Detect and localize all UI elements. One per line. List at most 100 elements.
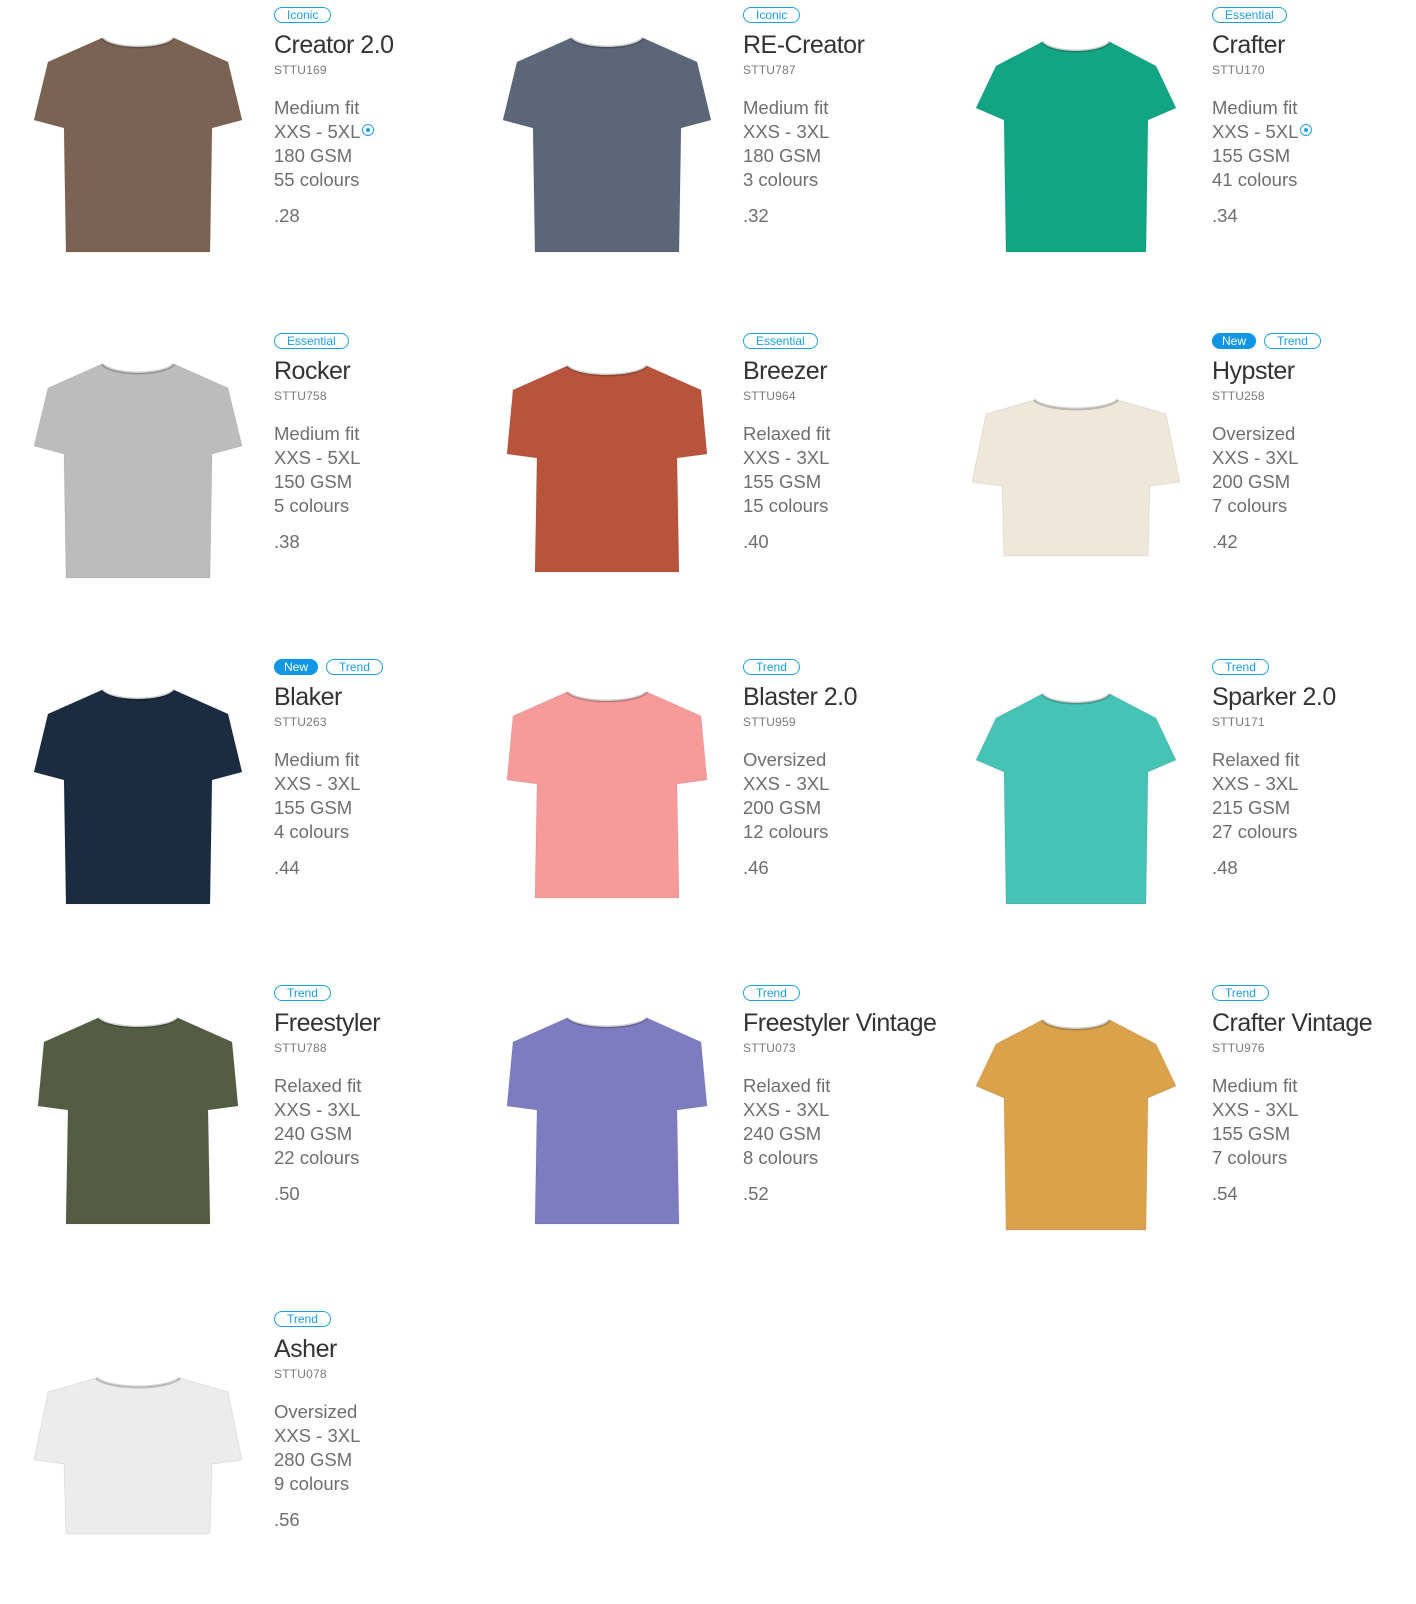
product-image[interactable] [970,680,1182,912]
product-colours: 41 colours [1212,169,1298,190]
product-name[interactable]: Asher [274,1334,464,1364]
product-name[interactable]: Hypster [1212,356,1402,386]
product-fit: Medium fit [274,423,360,444]
product-fit: Medium fit [274,97,360,118]
badge-trend: Trend [274,1311,331,1327]
product-image[interactable] [970,1006,1182,1238]
product-weight: 155 GSM [1212,1123,1291,1144]
product-price: .28 [274,205,300,226]
product-name[interactable]: Blaster 2.0 [743,682,933,712]
product-fit: Oversized [1212,423,1296,444]
product-price: .42 [1212,531,1238,552]
product-sizes: XXS - 3XL [743,446,933,470]
product-sizes: XXS - 3XL [743,120,933,144]
product-name[interactable]: Breezer [743,356,933,386]
product-sizes: XXS - 3XL [1212,446,1402,470]
product-image[interactable] [501,1006,713,1238]
product-image[interactable] [501,680,713,912]
product-card[interactable]: Trend Freestyler Vintage STTU073 Relaxed fi… [469,978,937,1278]
product-fit: Relaxed fit [1212,749,1300,770]
product-info: Essential Rocker STTU758 Medium fit XXS - 5X… [274,332,464,554]
product-sizes: XXS - 5XL [274,446,464,470]
badge-group: Trend [274,984,464,1002]
product-name[interactable]: Crafter Vintage [1212,1008,1402,1038]
product-card[interactable]: Iconic RE-Creator STTU787 Medium fit XXS - 3… [469,0,929,300]
product-price: .50 [274,1183,300,1204]
product-colours: 27 colours [1212,821,1298,842]
product-weight: 280 GSM [274,1449,353,1470]
product-colours: 8 colours [743,1147,819,1168]
product-image[interactable] [501,28,713,260]
badge-trend: Trend [743,659,800,675]
product-image[interactable] [32,1332,244,1564]
extended-sizes-icon[interactable] [1300,124,1313,136]
product-specs: Relaxed fit XXS - 3XL 240 GSM 8 colours [743,1074,933,1170]
extended-sizes-icon[interactable] [362,124,375,136]
product-colours: 7 colours [1212,1147,1288,1168]
product-sizes-text: XXS - 3XL [743,447,830,468]
product-specs: Oversized XXS - 3XL 280 GSM 9 colours [274,1400,464,1496]
product-info: Trend Crafter Vintage STTU976 Medium fit XXS… [1212,984,1402,1206]
badge-essential: Essential [1212,7,1287,23]
product-name[interactable]: Creator 2.0 [274,30,464,60]
product-image[interactable] [32,680,244,912]
product-image[interactable] [32,354,244,586]
product-info: New Trend Blaker STTU263 Medium fit XXS - 3XL… [274,658,464,880]
product-card[interactable]: New Trend Hypster STTU258 Oversized XXS - 3XL… [938,326,1398,626]
product-sizes-text: XXS - 3XL [743,773,830,794]
tshirt-icon [975,1018,1177,1231]
product-image[interactable] [970,354,1182,586]
product-sizes-text: XXS - 3XL [274,1099,361,1120]
product-price: .38 [274,531,300,552]
product-code: STTU170 [1212,63,1265,77]
product-name[interactable]: Blaker [274,682,464,712]
product-code: STTU171 [1212,715,1265,729]
product-specs: Medium fit XXS - 5XL 155 GSM 41 colours [1212,96,1402,192]
product-sizes-text: XXS - 3XL [743,121,830,142]
tshirt-icon [506,690,708,899]
product-fit: Oversized [274,1401,358,1422]
product-card[interactable]: New Trend Blaker STTU263 Medium fit XXS - 3XL… [0,652,460,952]
product-card[interactable]: Essential Crafter STTU170 Medium fit XXS - 5… [938,0,1398,300]
product-card[interactable]: Trend Sparker 2.0 STTU171 Relaxed fit XXS - … [938,652,1398,952]
product-grid: Iconic Creator 2.0 STTU169 Medium fit XXS - … [0,0,1416,1536]
product-card[interactable]: Trend Freestyler STTU788 Relaxed fit XXS - 3… [0,978,460,1278]
product-info: Iconic RE-Creator STTU787 Medium fit XXS - 3… [743,6,933,228]
product-name[interactable]: Sparker 2.0 [1212,682,1402,712]
badge-trend: Trend [743,985,800,1001]
product-name[interactable]: Freestyler [274,1008,464,1038]
product-name[interactable]: Freestyler Vintage [743,1008,937,1038]
product-sizes-text: XXS - 3XL [274,773,361,794]
tshirt-icon [975,692,1177,905]
badge-group: Iconic [743,6,933,24]
product-image[interactable] [32,28,244,260]
product-specs: Relaxed fit XXS - 3XL 155 GSM 15 colours [743,422,933,518]
badge-group: Trend [1212,658,1402,676]
product-card[interactable]: Essential Rocker STTU758 Medium fit XXS - 5X… [0,326,460,626]
product-name[interactable]: Crafter [1212,30,1402,60]
badge-new: New [274,659,318,675]
product-image[interactable] [501,354,713,586]
product-name[interactable]: Rocker [274,356,464,386]
product-specs: Medium fit XXS - 3XL 180 GSM 3 colours [743,96,933,192]
badge-iconic: Iconic [743,7,801,23]
product-image[interactable] [970,28,1182,260]
product-colours: 55 colours [274,169,360,190]
product-colours: 22 colours [274,1147,360,1168]
product-card[interactable]: Iconic Creator 2.0 STTU169 Medium fit XXS - … [0,0,460,300]
badge-group: Trend [274,1310,464,1328]
product-weight: 155 GSM [274,797,353,818]
product-fit: Medium fit [743,97,829,118]
product-card[interactable]: Trend Asher STTU078 Oversized XXS - 3XL 280 G… [0,1304,460,1604]
product-card[interactable]: Trend Blaster 2.0 STTU959 Oversized XXS - 3X… [469,652,929,952]
product-card[interactable]: Essential Breezer STTU964 Relaxed fit XXS - … [469,326,929,626]
product-name[interactable]: RE-Creator [743,30,933,60]
tshirt-icon [502,36,712,253]
product-card[interactable]: Trend Crafter Vintage STTU976 Medium fit XXS… [938,978,1398,1278]
product-price: .40 [743,531,769,552]
product-image[interactable] [32,1006,244,1238]
product-info: Trend Blaster 2.0 STTU959 Oversized XXS - 3X… [743,658,933,880]
product-code: STTU078 [274,1367,327,1381]
tshirt-icon [506,1016,708,1225]
product-fit: Medium fit [1212,1075,1298,1096]
